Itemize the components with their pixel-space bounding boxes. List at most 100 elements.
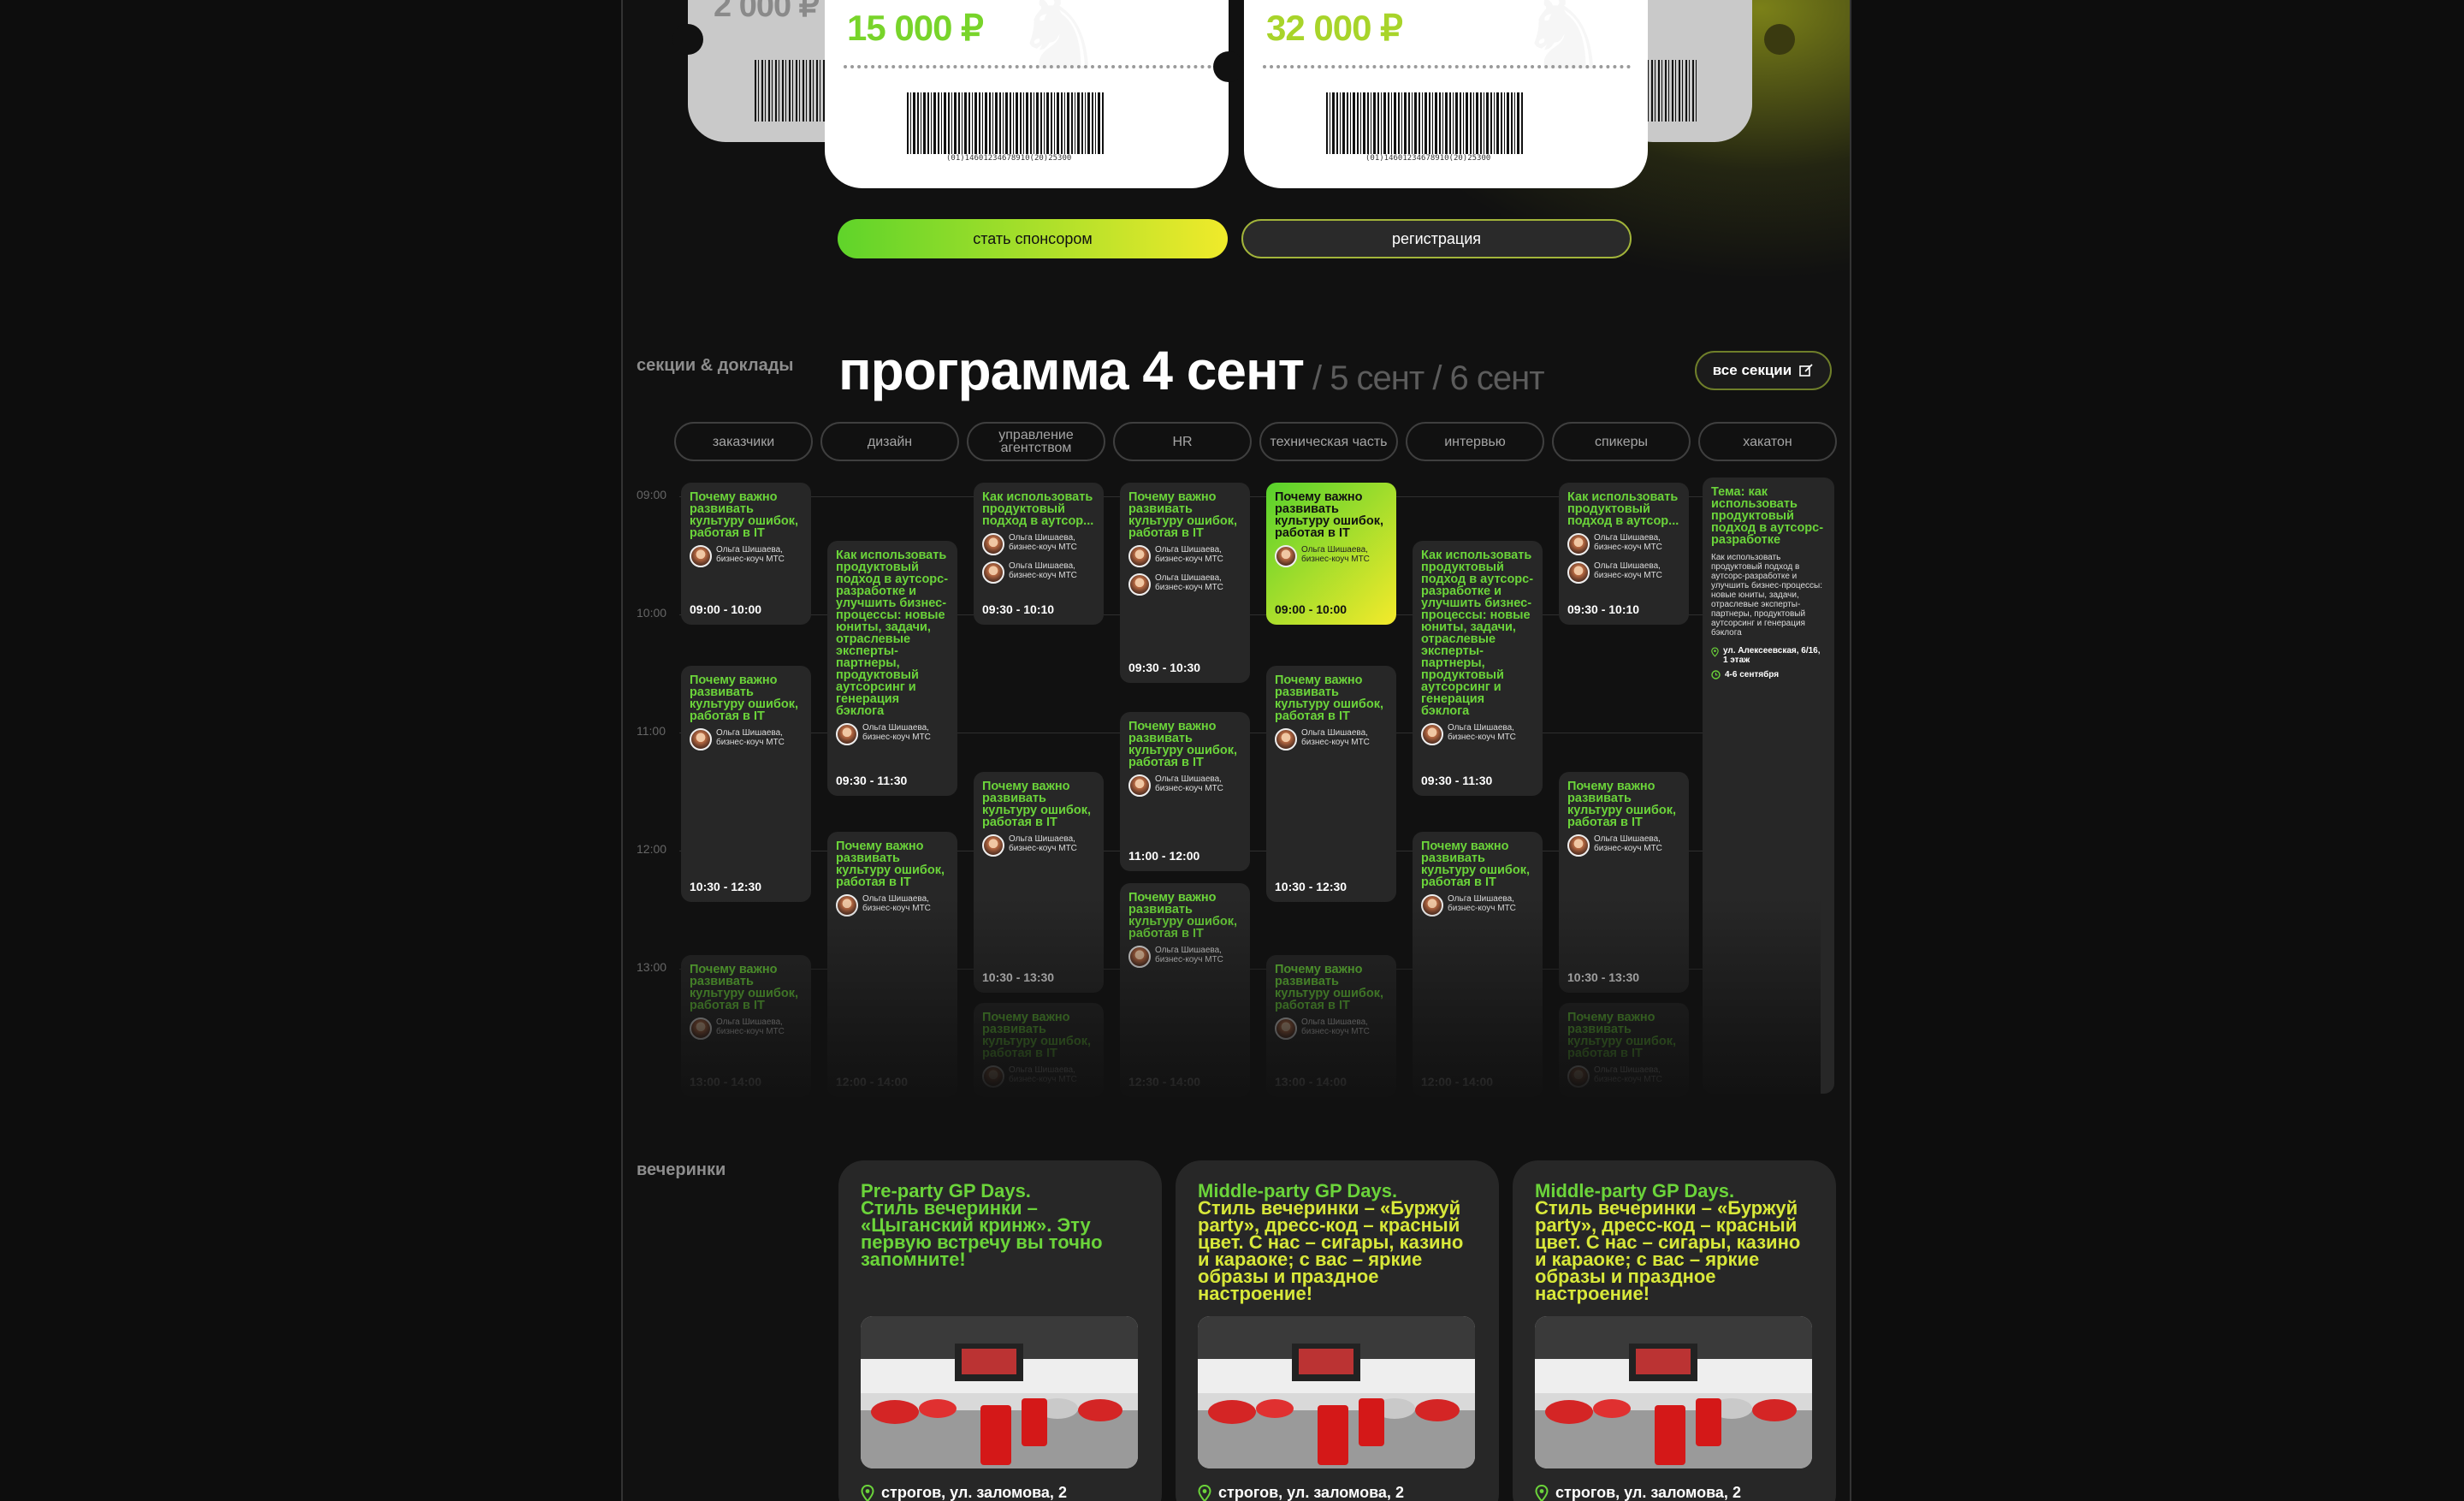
session-card[interactable]: Как использовать продуктовый подход в ау… (827, 541, 957, 796)
avatar (982, 1065, 1004, 1088)
avatar (1567, 533, 1590, 555)
avatar (1275, 1017, 1297, 1040)
party-description: Стиль вечеринки – «Буржуй party», дресс-… (1535, 1197, 1801, 1304)
party-card[interactable]: Pre-party GP Days. Стиль вечеринки – «Цыг… (838, 1160, 1162, 1501)
session-card[interactable]: Почему важно развивать культуру ошибок, … (681, 483, 811, 625)
other-days-link[interactable]: / 5 сент / 6 сент (1312, 359, 1545, 397)
session-title: Почему важно развивать культуру ошибок, … (1128, 720, 1238, 769)
session-card[interactable]: Почему важно развивать культуру ошибок, … (1559, 1003, 1689, 1097)
tab-interview[interactable]: интервью (1406, 422, 1544, 461)
party-title: Pre-party GP Days. Стиль вечеринки – «Цыг… (861, 1182, 1140, 1270)
speaker-name: Ольга Шишаева, бизнес-коуч МТС (716, 1017, 785, 1036)
avatar (1567, 561, 1590, 584)
speaker: Ольга Шишаева, бизнес-коуч МТС (1128, 946, 1241, 968)
hour-label: 13:00 (637, 960, 667, 974)
session-card-active[interactable]: Почему важно развивать культуру ошибок, … (1266, 483, 1396, 625)
hackathon-title: Тема: как использовать продуктовый подхо… (1711, 485, 1824, 547)
session-title: Почему важно развивать культуру ошибок, … (836, 839, 945, 889)
session-card[interactable]: Почему важно развивать культуру ошибок, … (1266, 955, 1396, 1097)
ticket-price: 15 000 ₽ (847, 8, 984, 48)
tab-hr[interactable]: HR (1113, 422, 1252, 461)
avatar (1275, 728, 1297, 750)
session-card[interactable]: Почему важно развивать культуру ошибок, … (1559, 772, 1689, 993)
speaker-name: Ольга Шишаева, бизнес-коуч МТС (716, 545, 785, 564)
speaker-name: Ольга Шишаева, бизнес-коуч МТС (1448, 894, 1516, 913)
speaker: Ольга Шишаева, бизнес-коуч МТС (1128, 774, 1241, 797)
session-card[interactable]: Почему важно развивать культуру ошибок, … (1120, 483, 1250, 683)
register-button[interactable]: регистрация (1241, 219, 1632, 258)
session-card[interactable]: Почему важно развивать культуру ошибок, … (681, 955, 811, 1097)
avatar (1128, 573, 1151, 596)
tab-agency-management[interactable]: управление агентством (967, 422, 1105, 461)
session-time: 09:00 - 10:00 (1275, 602, 1348, 616)
session-title: Почему важно развивать культуру ошибок, … (690, 673, 799, 723)
speaker: Ольга Шишаева, бизнес-коуч МТС (1128, 573, 1241, 596)
speaker-name: Ольга Шишаева, бизнес-коуч МТС (1301, 728, 1370, 747)
speaker: Ольга Шишаева, бизнес-коуч МТС (982, 834, 1095, 857)
barcode (907, 92, 1104, 154)
speaker-name: Ольга Шишаева, бизнес-коуч МТС (1594, 1065, 1662, 1084)
avatar (982, 533, 1004, 555)
speaker-name: Ольга Шишаева, бизнес-коуч МТС (1155, 774, 1223, 793)
session-card[interactable]: Как использовать продуктовый подход в ау… (974, 483, 1104, 625)
address-text: ул. Алексеевская, 6/16, 1 этаж (1722, 646, 1821, 665)
session-card[interactable]: Почему важно развивать культуру ошибок, … (1266, 666, 1396, 902)
session-card[interactable]: Как использовать продуктовый подход в ау… (1413, 541, 1543, 796)
speaker: Ольга Шишаева, бизнес-коуч МТС (982, 1065, 1095, 1088)
session-card[interactable]: Почему важно развивать культуру ошибок, … (1413, 832, 1543, 1097)
speaker-name: Ольга Шишаева, бизнес-коуч МТС (1009, 834, 1077, 853)
speaker-name: Ольга Шишаева, бизнес-коуч МТС (862, 894, 931, 913)
tab-hackathon[interactable]: хакатон (1698, 422, 1837, 461)
page-frame: 2 000 ₽ 15 000 ₽ ♞ (01)14601234678910(20… (621, 0, 1851, 1501)
party-description: Стиль вечеринки – «Цыганский кринж». Эту… (861, 1197, 1103, 1270)
speaker: Ольга Шишаева, бизнес-коуч МТС (836, 894, 949, 917)
all-sections-button[interactable]: все секции (1695, 351, 1832, 390)
hackathon-address: ул. Алексеевская, 6/16, 1 этаж (1711, 646, 1826, 665)
program-day-title: программа 4 сент (838, 340, 1305, 401)
session-title: Почему важно развивать культуру ошибок, … (1567, 780, 1677, 829)
session-title: Почему важно развивать культуру ошибок, … (1275, 490, 1384, 540)
tab-speakers[interactable]: спикеры (1552, 422, 1691, 461)
session-title: Почему важно развивать культуру ошибок, … (982, 780, 1092, 829)
party-title: Middle-party GP Days. Стиль вечеринки – «… (1198, 1182, 1477, 1304)
avatar (836, 894, 858, 917)
ticket-notch (1764, 24, 1795, 55)
session-card[interactable]: Почему важно развивать культуру ошибок, … (1120, 883, 1250, 1097)
session-card[interactable]: Почему важно развивать культуру ошибок, … (974, 1003, 1104, 1097)
session-title: Как использовать продуктовый подход в ау… (1421, 549, 1534, 718)
tab-design[interactable]: дизайн (820, 422, 959, 461)
tab-technical[interactable]: техническая часть (1259, 422, 1398, 461)
avatar (982, 834, 1004, 857)
speaker-name: Ольга Шишаева, бизнес-коуч МТС (1155, 946, 1223, 964)
party-description: Стиль вечеринки – «Буржуй party», дресс-… (1198, 1197, 1464, 1304)
barcode (755, 60, 833, 122)
party-card[interactable]: Middle-party GP Days. Стиль вечеринки – «… (1513, 1160, 1836, 1501)
page-title: программа 4 сент/ 5 сент / 6 сент (838, 339, 1545, 402)
speaker-name: Ольга Шишаева, бизнес-коуч МТС (1301, 545, 1370, 564)
speaker-name: Ольга Шишаева, бизнес-коуч МТС (1594, 834, 1662, 853)
speaker: Ольга Шишаева, бизнес-коуч МТС (1421, 723, 1534, 745)
hour-label: 12:00 (637, 842, 667, 856)
session-card[interactable]: Почему важно развивать культуру ошибок, … (1120, 712, 1250, 871)
party-card[interactable]: Middle-party GP Days. Стиль вечеринки – «… (1176, 1160, 1499, 1501)
session-time: 09:30 - 11:30 (1421, 774, 1493, 787)
hackathon-description: Как использовать продуктовый подход в ау… (1711, 553, 1822, 638)
session-card[interactable]: Почему важно развивать культуру ошибок, … (827, 832, 957, 1097)
ticket-card[interactable]: 15 000 ₽ ♞ (01)14601234678910(20)25300 (825, 0, 1229, 188)
section-label: вечеринки (637, 1160, 726, 1179)
tab-customers[interactable]: заказчики (674, 422, 813, 461)
become-sponsor-button[interactable]: стать спонсором (838, 219, 1228, 258)
session-title: Почему важно развивать культуру ошибок, … (1421, 839, 1531, 889)
hackathon-card[interactable]: Тема: как использовать продуктовый подхо… (1703, 478, 1834, 1094)
session-title: Почему важно развивать культуру ошибок, … (1128, 891, 1238, 940)
speaker-name: Ольга Шишаева, бизнес-коуч МТС (1594, 533, 1662, 552)
speaker: Ольга Шишаева, бизнес-коуч МТС (1567, 561, 1680, 584)
session-title: Почему важно развивать культуру ошибок, … (1275, 673, 1384, 723)
speaker-name: Ольга Шишаева, бизнес-коуч МТС (1155, 545, 1223, 564)
speaker-name: Ольга Шишаева, бизнес-коуч МТС (1155, 573, 1223, 592)
session-card[interactable]: Почему важно развивать культуру ошибок, … (681, 666, 811, 902)
session-card[interactable]: Почему важно развивать культуру ошибок, … (974, 772, 1104, 993)
session-card[interactable]: Как использовать продуктовый подход в ау… (1559, 483, 1689, 625)
venue-illustration (1198, 1316, 1475, 1468)
ticket-card[interactable]: 32 000 ₽ ♞ (01)14601234678910(20)25300 (1244, 0, 1648, 188)
